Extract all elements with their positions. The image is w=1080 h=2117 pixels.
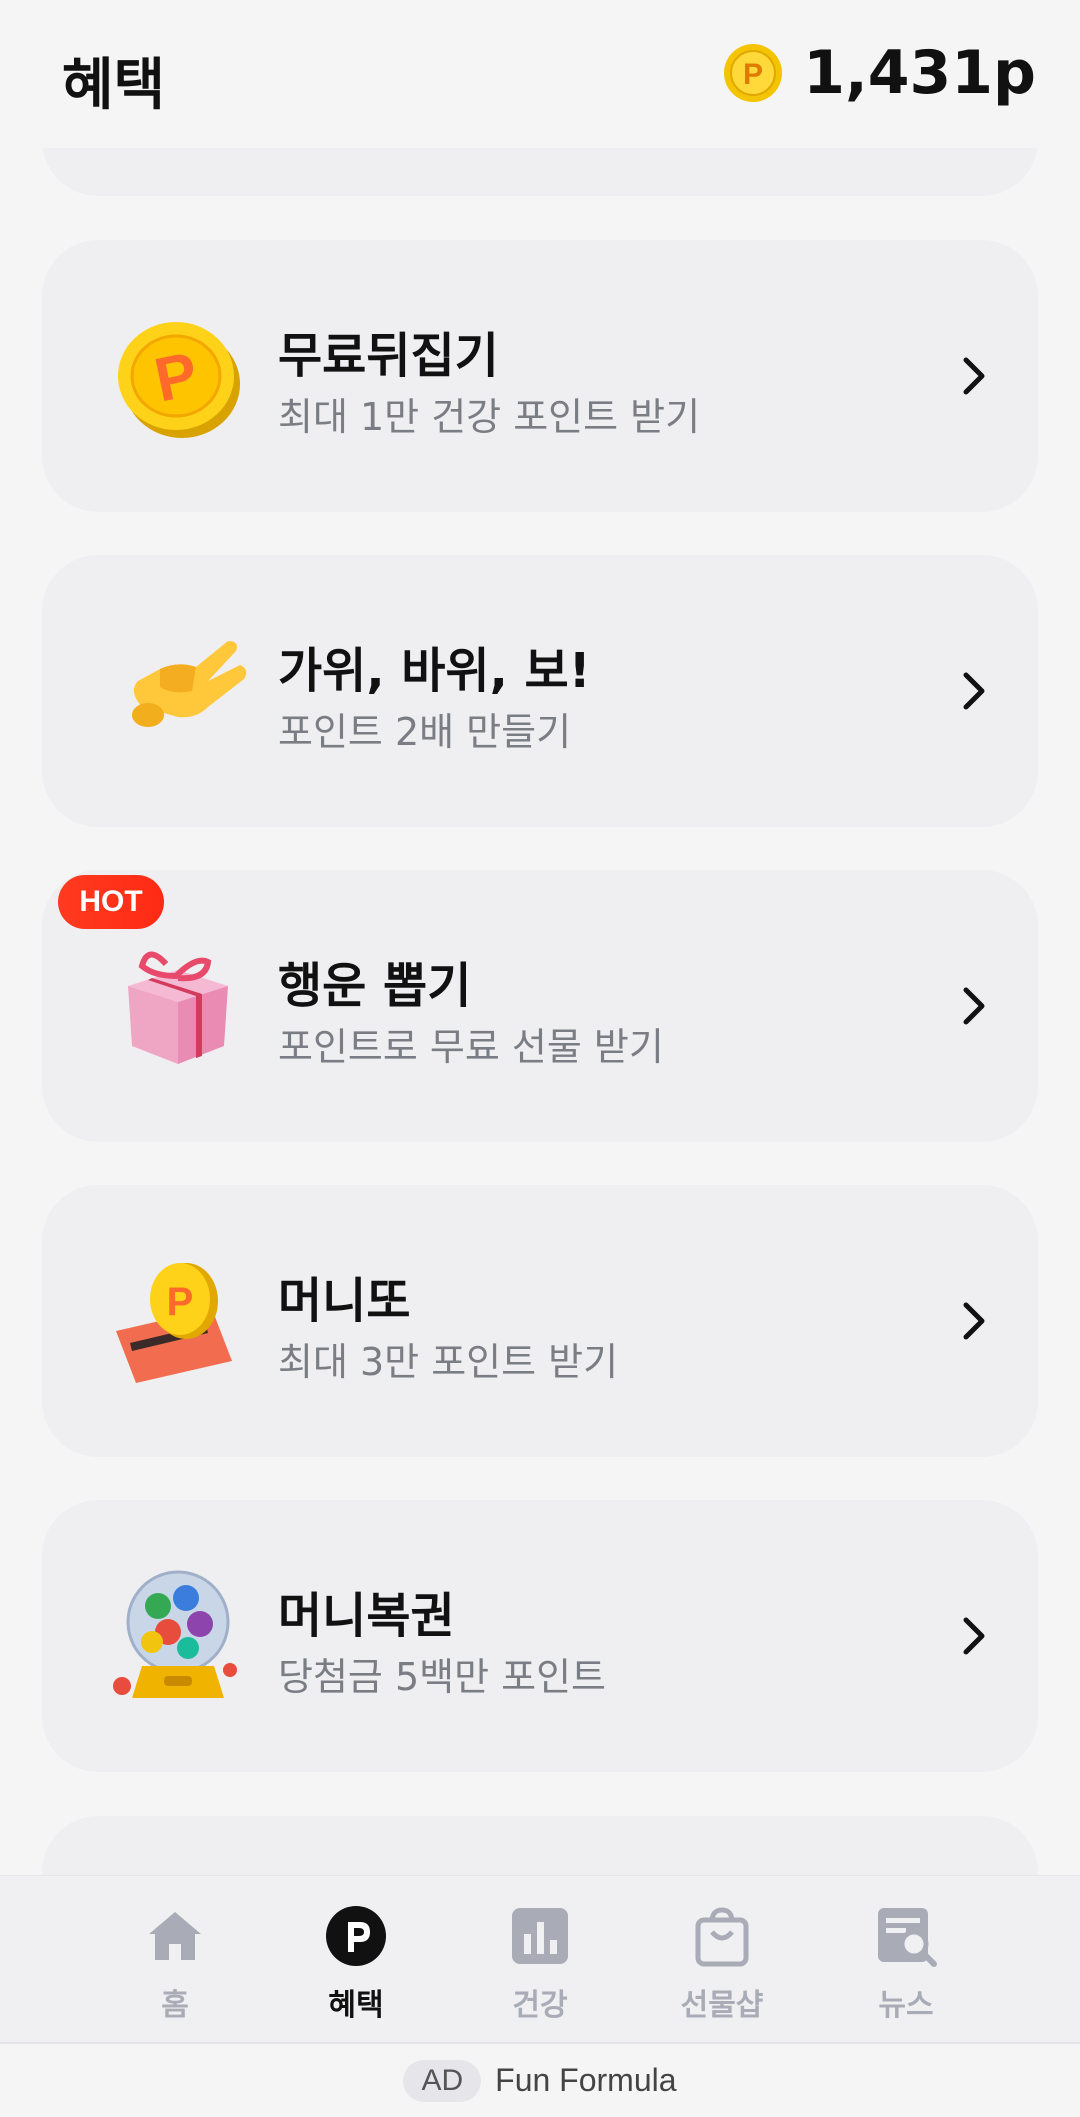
coin-card-icon: P — [116, 1263, 232, 1383]
svg-text:P: P — [167, 1280, 194, 1324]
nav-label: 홈 — [161, 1988, 189, 2023]
card-free-flip[interactable]: P 무료뒤집기 최대 1만 건강 포인트 받기 — [42, 240, 1038, 512]
card-moneytto[interactable]: P 머니또 최대 3만 포인트 받기 — [42, 1185, 1038, 1457]
gift-box-icon — [128, 951, 228, 1064]
ad-text: Fun Formula — [495, 2062, 677, 2098]
card-title: 머니또 — [278, 1273, 411, 1329]
p-circle-icon — [326, 1906, 386, 1966]
nav-label: 건강 — [512, 1988, 568, 2023]
card-rock-paper-scissors[interactable]: 가위, 바위, 보! 포인트 2배 만들기 — [42, 555, 1038, 827]
news-search-icon — [878, 1908, 937, 1967]
svg-text:P: P — [743, 58, 763, 91]
card-money-lottery[interactable]: 머니복권 당첨금 5백만 포인트 — [42, 1500, 1038, 1772]
nav-label: 선물샵 — [680, 1988, 764, 2023]
ad-tag: AD — [403, 2059, 482, 2102]
chevron-right-icon — [963, 987, 985, 1025]
nav-item-home[interactable]: 홈 — [105, 1904, 245, 2024]
nav-item-news[interactable]: 뉴스 — [836, 1904, 976, 2024]
points-value: 1,431p — [803, 38, 1036, 108]
hot-badge: HOT — [58, 875, 164, 929]
nav-item-benefits[interactable]: 혜택 — [286, 1904, 426, 2024]
p-coin-icon: P — [724, 44, 783, 102]
card-subtitle: 포인트 2배 만들기 — [278, 710, 572, 754]
card-subtitle: 최대 1만 건강 포인트 받기 — [278, 395, 701, 439]
app-header: 혜택 P 1,431p — [0, 0, 1080, 148]
chevron-right-icon — [963, 1617, 985, 1655]
card-subtitle: 포인트로 무료 선물 받기 — [278, 1025, 664, 1069]
card-title: 행운 뽑기 — [278, 958, 472, 1014]
card-lucky-draw[interactable]: 행운 뽑기 포인트로 무료 선물 받기 — [42, 870, 1038, 1142]
card-title: 무료뒤집기 — [278, 328, 499, 384]
nav-item-gift-shop[interactable]: 선물샵 — [652, 1904, 792, 2024]
shopping-bag-icon — [695, 1907, 749, 1967]
ad-banner[interactable]: AD Fun Formula — [0, 2042, 1080, 2117]
chevron-right-icon — [963, 1302, 985, 1340]
chevron-right-icon — [963, 357, 985, 395]
home-icon — [149, 1912, 201, 1960]
bottom-nav: 홈 혜택 건강 선물샵 뉴스 — [0, 1875, 1080, 2042]
nav-label: 혜택 — [328, 1988, 384, 2023]
card-title: 머니복권 — [278, 1588, 455, 1644]
chevron-right-icon — [963, 672, 985, 710]
bar-chart-icon — [512, 1908, 568, 1964]
points-balance[interactable]: P 1,431p — [723, 38, 1036, 108]
card-subtitle: 당첨금 5백만 포인트 — [278, 1655, 607, 1699]
card-title: 가위, 바위, 보! — [278, 643, 591, 699]
lottery-machine-icon — [113, 1570, 237, 1698]
nav-label: 뉴스 — [878, 1988, 934, 2023]
victory-hand-icon — [132, 641, 247, 727]
card-subtitle: 최대 3만 포인트 받기 — [278, 1340, 619, 1384]
page-title: 혜택 — [62, 53, 166, 118]
nav-item-health[interactable]: 건강 — [470, 1904, 610, 2024]
gold-p-coin-icon: P — [118, 322, 240, 438]
